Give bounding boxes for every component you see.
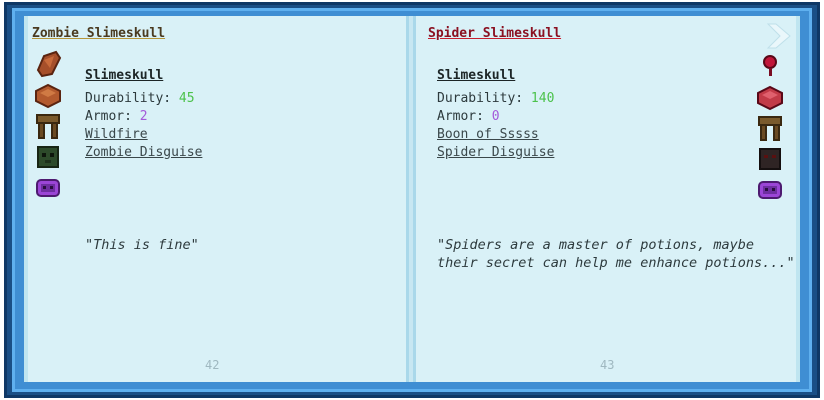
left-armor-row: Armor: 2 — [85, 108, 202, 126]
spider-eye-icon[interactable] — [756, 52, 784, 80]
left-durability-label: Durability: — [85, 91, 172, 106]
left-page-title: Zombie Slimeskull — [32, 26, 166, 41]
right-page-title: Spider Slimeskull — [428, 26, 562, 41]
right-page-number: 43 — [600, 358, 615, 372]
left-page — [24, 16, 406, 382]
wood-stand-icon[interactable] — [34, 112, 62, 140]
right-quote-line-1: "Spiders are a master of potions, maybe — [437, 237, 754, 253]
wood-stand-icon[interactable] — [756, 114, 784, 142]
leather-icon[interactable] — [34, 50, 62, 78]
fermented-eye-block-icon[interactable] — [756, 83, 784, 111]
right-stats: Slimeskull Durability: 140 Armor: 0 Boon… — [437, 67, 554, 162]
right-flavor-quote: "Spiders are a master of potions, maybe … — [437, 236, 797, 272]
left-trait-link-1[interactable]: Wildfire — [85, 126, 202, 144]
right-durability-label: Durability: — [437, 91, 524, 106]
left-armor-label: Armor: — [85, 109, 132, 124]
book-gui: Zombie Slimeskull Slimeskull Durability:… — [0, 0, 824, 400]
purple-slime-helm-icon[interactable] — [756, 176, 784, 204]
right-trait-link-2[interactable]: Spider Disguise — [437, 144, 554, 162]
right-item-name: Slimeskull — [437, 68, 516, 83]
right-durability-row: Durability: 140 — [437, 90, 554, 108]
right-armor-row: Armor: 0 — [437, 108, 554, 126]
left-stats: Slimeskull Durability: 45 Armor: 2 Wildf… — [85, 67, 202, 162]
left-trait-link-2[interactable]: Zombie Disguise — [85, 144, 202, 162]
purple-slime-helm-icon[interactable] — [34, 174, 62, 202]
leather-block-icon[interactable] — [34, 81, 62, 109]
book-spine — [406, 16, 416, 382]
right-trait-link-1[interactable]: Boon of Sssss — [437, 126, 554, 144]
spider-head-icon[interactable] — [756, 145, 784, 173]
left-item-name: Slimeskull — [85, 68, 164, 83]
right-durability-value: 140 — [530, 91, 555, 106]
right-quote-line-2: their secret can help me enhance potions… — [437, 255, 795, 271]
left-ingredient-icons — [34, 50, 64, 205]
left-flavor-quote: "This is fine" — [85, 237, 199, 253]
right-armor-value: 0 — [491, 109, 500, 124]
left-durability-row: Durability: 45 — [85, 90, 202, 108]
zombie-head-icon[interactable] — [34, 143, 62, 171]
left-armor-value: 2 — [139, 109, 148, 124]
right-ingredient-icons — [756, 52, 786, 207]
left-page-number: 42 — [205, 358, 220, 372]
left-durability-value: 45 — [178, 91, 195, 106]
next-page-arrow-icon[interactable] — [766, 22, 792, 50]
right-armor-label: Armor: — [437, 109, 484, 124]
